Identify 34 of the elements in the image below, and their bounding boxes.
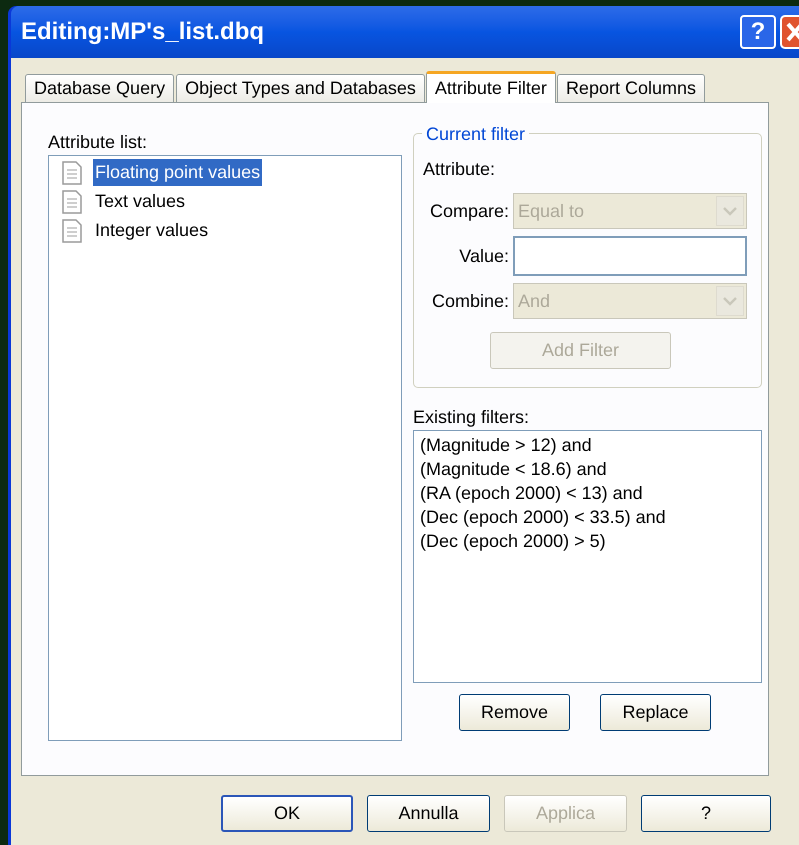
document-icon xyxy=(61,218,83,242)
ok-button[interactable]: OK xyxy=(221,795,353,832)
chevron-down-icon xyxy=(716,286,744,316)
combine-label: Combine: xyxy=(430,290,510,312)
filter-line: (Dec (epoch 2000) > 5) xyxy=(420,530,607,553)
dialog-button[interactable]: ? xyxy=(641,795,771,832)
filter-line: (Dec (epoch 2000) < 33.5) and xyxy=(420,506,667,529)
help-button[interactable]: ? xyxy=(740,15,776,49)
chevron-down-icon xyxy=(716,196,744,226)
tab[interactable]: Database Query xyxy=(25,74,174,102)
filter-line: (Magnitude > 12) and xyxy=(420,434,593,457)
dropdown-value: And xyxy=(517,290,552,312)
list-item[interactable]: Integer values xyxy=(93,217,210,244)
attribute-label: Attribute: xyxy=(423,159,496,179)
list-label: Attribute list: xyxy=(48,131,148,154)
compare-label: Compare: xyxy=(428,200,510,223)
filter-line: (RA (epoch 2000) < 13) and xyxy=(420,482,644,505)
window-title: Editing:MP's_list.dbq xyxy=(21,17,266,47)
value-field[interactable] xyxy=(513,236,747,276)
dialog-button[interactable]: Replace xyxy=(600,694,711,731)
filters-text-area[interactable]: (Magnitude > 12) and (Magnitude < 18.6) and (RA (epoch 2000) < 13) and (Dec (epoch 2000) < 33.5) and (Dec (epoch 2000) > 5) xyxy=(413,430,762,683)
list-item[interactable]: Text values xyxy=(93,188,188,215)
dropdown-value: Equal to xyxy=(517,200,586,223)
filters-label: Existing filters: xyxy=(413,406,530,429)
value-label: Value: xyxy=(458,244,510,268)
dialog-button[interactable]: Annulla xyxy=(367,795,490,832)
document-icon xyxy=(61,190,83,214)
document-icon xyxy=(61,160,83,184)
tab[interactable]: Report Columns xyxy=(556,74,705,102)
tab[interactable]: Attribute Filter xyxy=(426,71,556,103)
dialog-button[interactable]: Remove xyxy=(459,694,570,731)
tab[interactable]: Object Types and Databases xyxy=(176,74,425,102)
list-item[interactable]: Floating point values xyxy=(93,159,262,186)
filter-line: (Magnitude < 18.6) and xyxy=(420,458,608,481)
